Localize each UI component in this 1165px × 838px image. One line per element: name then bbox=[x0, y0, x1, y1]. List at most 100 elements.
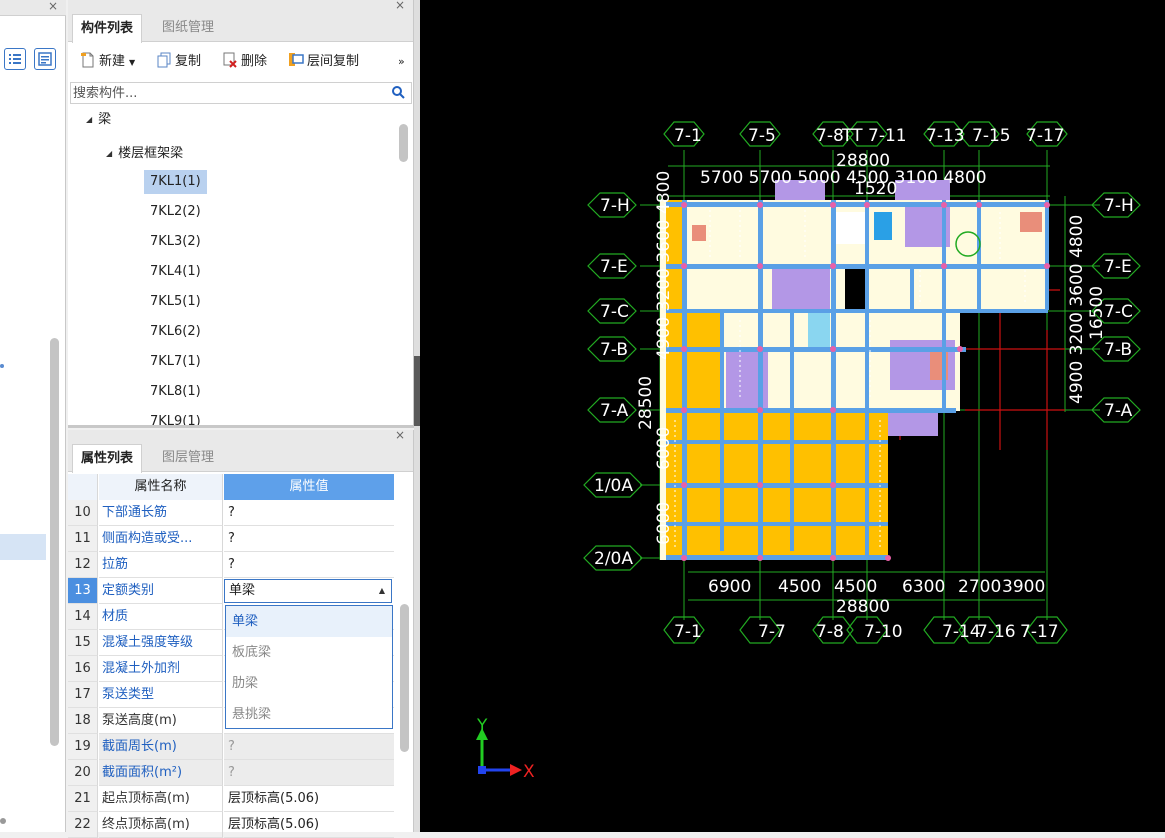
component-search bbox=[70, 82, 412, 104]
component-list-close-button[interactable]: × bbox=[395, 0, 405, 12]
axis-label-left: 7-E bbox=[600, 257, 628, 277]
chevron-up-icon[interactable]: ▲ bbox=[379, 580, 385, 602]
axis-label-right: 7-A bbox=[1104, 401, 1133, 421]
floor-copy-button[interactable]: 层间复制 bbox=[288, 51, 359, 73]
search-icon[interactable] bbox=[391, 85, 405, 99]
floor-copy-button-label: 层间复制 bbox=[307, 54, 360, 69]
left-total-dimension: 28500 bbox=[636, 376, 656, 430]
property-row[interactable]: 12 拉筋? bbox=[68, 552, 394, 578]
search-input[interactable] bbox=[71, 83, 371, 103]
quota-category-select[interactable]: 单梁 ▲ bbox=[224, 579, 392, 603]
property-row[interactable]: 22 终点顶标高(m) 层顶标高(5.06) bbox=[68, 812, 394, 838]
row-index: 20 bbox=[68, 760, 98, 786]
tree-node-floor-frame-beam[interactable]: ◢ 楼层框架梁 bbox=[106, 142, 183, 166]
property-name: 拉筋 bbox=[99, 552, 223, 578]
axis-label-top: 7-8 bbox=[816, 126, 844, 146]
dropdown-option-rib-beam[interactable]: 肋梁 bbox=[226, 668, 392, 699]
row-index: 18 bbox=[68, 708, 98, 734]
column-header-name: 属性名称 bbox=[99, 474, 223, 500]
axis-label-bottom: 7-1 bbox=[674, 622, 702, 642]
tab-component-list[interactable]: 构件列表 bbox=[72, 14, 143, 43]
list-view-button[interactable] bbox=[4, 48, 26, 70]
axis-label-top: 7-1 bbox=[674, 126, 702, 146]
property-name: 泵送类型 bbox=[99, 682, 223, 708]
property-row[interactable]: 10 下部通长筋? bbox=[68, 500, 394, 526]
component-list-tabs: 构件列表 图纸管理 bbox=[68, 14, 413, 43]
tab-layer-management[interactable]: 图层管理 bbox=[154, 444, 222, 472]
copy-button[interactable]: 复制 bbox=[156, 51, 201, 73]
tree-item-7kl4[interactable]: 7KL4(1) bbox=[150, 260, 201, 284]
toolbar-more-button[interactable]: » bbox=[398, 51, 405, 73]
collapse-triangle-icon[interactable]: ◢ bbox=[86, 108, 92, 132]
property-name: 起点顶标高(m) bbox=[99, 786, 223, 812]
property-value[interactable]: 层顶标高(5.06) bbox=[224, 812, 394, 838]
property-row[interactable]: 20 截面面积(m²)? bbox=[68, 760, 394, 786]
collapse-triangle-icon[interactable]: ◢ bbox=[106, 142, 112, 166]
new-button[interactable]: 新建 ▼ bbox=[80, 51, 135, 73]
property-panel-close-button[interactable]: × bbox=[395, 428, 405, 442]
axis-label-right: 7-H bbox=[1104, 196, 1134, 216]
dropdown-option-slab-bottom-beam[interactable]: 板底梁 bbox=[226, 637, 392, 668]
property-row[interactable]: 21 起点顶标高(m) 层顶标高(5.06) bbox=[68, 786, 394, 812]
dropdown-option-cantilever-beam[interactable]: 悬挑梁 bbox=[226, 699, 392, 730]
tree-item-7kl1[interactable]: 7KL1(1) bbox=[144, 170, 207, 194]
bottom-dimension: 2700 bbox=[958, 577, 1001, 597]
axis-label-left: 7-C bbox=[600, 302, 629, 322]
tree-item-7kl7[interactable]: 7KL7(1) bbox=[150, 350, 201, 374]
tree-item-7kl8[interactable]: 7KL8(1) bbox=[150, 380, 201, 404]
right-dimension-string: 4900 3200 3600 4800 bbox=[1067, 215, 1087, 404]
property-value[interactable]: ? bbox=[224, 552, 394, 578]
left-panel-selected-row[interactable] bbox=[0, 534, 46, 560]
left-lower-dimension: 6000 bbox=[654, 502, 674, 545]
copy-button-label: 复制 bbox=[175, 54, 202, 69]
property-row[interactable]: 19 截面周长(m)? bbox=[68, 734, 394, 760]
quota-category-dropdown: 单梁 板底梁 肋梁 悬挑梁 bbox=[225, 605, 393, 729]
row-index: 11 bbox=[68, 526, 98, 552]
component-tree: ◢ 梁 ◢ 楼层框架梁 7KL1(1) 7KL2(2) 7KL3(2) 7KL4(1… bbox=[68, 106, 398, 426]
axis-label-right: 7-C bbox=[1104, 302, 1133, 322]
tab-property-list[interactable]: 属性列表 bbox=[72, 444, 143, 473]
chevron-down-icon: ▼ bbox=[129, 58, 136, 67]
left-panel-close-button[interactable]: × bbox=[48, 0, 58, 13]
floor-copy-icon bbox=[289, 53, 304, 66]
left-panel-scrollbar[interactable] bbox=[50, 338, 59, 746]
left-lower-dimension: 6000 bbox=[654, 427, 674, 470]
delete-icon bbox=[223, 52, 237, 68]
cad-drawing-canvas[interactable]: 7-1 7-5 7-8 TT 7-11 7-13 7-15 7-17 28800… bbox=[420, 0, 1165, 832]
property-value[interactable]: ? bbox=[224, 500, 394, 526]
tree-node-label: 楼层框架梁 bbox=[118, 146, 184, 161]
property-panel: × 属性列表 图层管理 属性名称 属性值 10 下部通长筋? 11 侧面构造或受..… bbox=[68, 428, 414, 838]
detail-view-button[interactable] bbox=[34, 48, 56, 70]
property-name: 截面周长(m) bbox=[99, 734, 223, 760]
tree-node-beam[interactable]: ◢ 梁 bbox=[86, 108, 111, 132]
property-row-selected[interactable]: 13 定额类别 单梁 ▲ bbox=[68, 578, 394, 604]
left-panel-titlebar: × bbox=[0, 0, 66, 16]
row-index: 14 bbox=[68, 604, 98, 630]
column-header-index bbox=[68, 474, 98, 500]
detail-view-icon bbox=[38, 52, 52, 66]
component-list-scrollbar[interactable] bbox=[399, 124, 408, 162]
property-value[interactable]: 层顶标高(5.06) bbox=[224, 786, 394, 812]
dropdown-option-single-beam[interactable]: 单梁 bbox=[226, 606, 392, 637]
property-row[interactable]: 11 侧面构造或受...? bbox=[68, 526, 394, 552]
component-list-titlebar: × bbox=[68, 0, 413, 14]
component-list-hscrollbar[interactable] bbox=[68, 425, 414, 428]
copy-icon bbox=[157, 52, 171, 68]
row-index: 22 bbox=[68, 812, 98, 838]
row-index: 16 bbox=[68, 656, 98, 682]
property-panel-scrollbar[interactable] bbox=[400, 604, 409, 752]
tree-item-7kl9[interactable]: 7KL9(1) bbox=[150, 410, 201, 426]
x-axis-label: X bbox=[523, 762, 535, 782]
row-index: 21 bbox=[68, 786, 98, 812]
tree-item-7kl6[interactable]: 7KL6(2) bbox=[150, 320, 201, 344]
tab-drawing-management[interactable]: 图纸管理 bbox=[154, 14, 222, 42]
tree-item-7kl2[interactable]: 7KL2(2) bbox=[150, 200, 201, 224]
property-value: ? bbox=[224, 760, 394, 786]
property-value[interactable]: ? bbox=[224, 526, 394, 552]
top-overlap-dimension: 1520 bbox=[854, 179, 897, 199]
delete-button[interactable]: 删除 bbox=[222, 51, 267, 73]
axis-label-left: 7-B bbox=[600, 340, 628, 360]
tree-item-7kl5[interactable]: 7KL5(1) bbox=[150, 290, 201, 314]
row-index: 17 bbox=[68, 682, 98, 708]
tree-item-7kl3[interactable]: 7KL3(2) bbox=[150, 230, 201, 254]
